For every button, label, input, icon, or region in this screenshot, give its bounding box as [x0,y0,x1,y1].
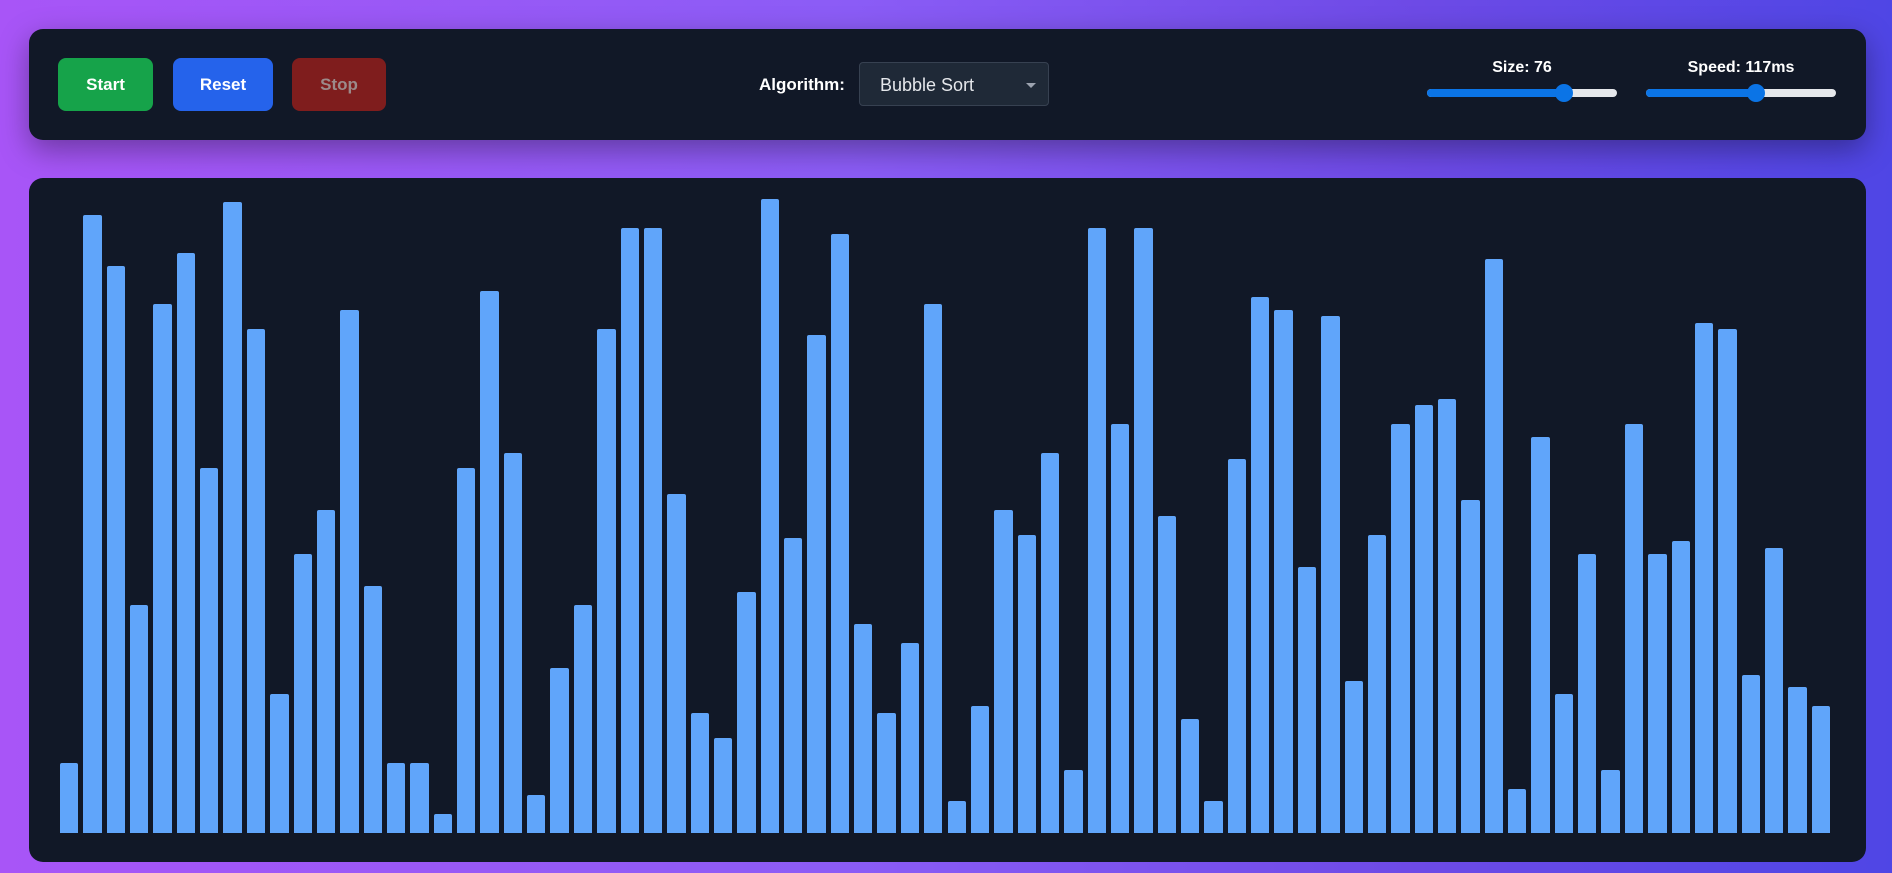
array-bar [1391,424,1410,833]
array-bar [1087,227,1106,833]
array-bar [1648,554,1667,833]
array-bar [1227,458,1247,833]
array-bar [1531,436,1550,833]
array-bar [854,623,873,833]
speed-label: Speed: 117ms [1687,59,1795,76]
array-bar [1764,547,1784,833]
array-bar [1134,227,1153,833]
array-bar [1811,706,1830,833]
size-slider-thumb[interactable] [1554,84,1573,102]
array-bar [713,737,733,833]
algorithm-select[interactable]: Bubble Sort [859,62,1049,106]
array-bar [830,233,850,833]
array-bar [573,604,593,833]
array-bar [1344,680,1363,833]
array-bar [246,328,266,833]
array-bar [784,538,803,833]
array-bar [457,468,476,833]
visualization-panel [29,178,1866,862]
array-bar [550,668,569,833]
speed-slider-fill [1646,89,1757,97]
array-bar [690,712,709,833]
array-bar [1624,424,1644,833]
start-button[interactable]: Start [58,58,153,111]
array-bar [760,199,779,833]
array-bar [1064,769,1083,833]
array-bar [527,794,546,833]
array-bar [947,801,966,833]
reset-button[interactable]: Reset [173,58,273,111]
array-bar [200,468,219,833]
array-bar [667,493,686,833]
array-bar [293,554,312,833]
array-bar [1040,452,1060,833]
size-slider[interactable] [1427,84,1617,102]
array-bar [270,693,289,833]
array-bar [1694,322,1714,833]
size-control: Size: 76 [1427,59,1617,102]
array-bars [60,199,1835,833]
array-bar [176,252,196,833]
array-bar [1157,516,1177,833]
array-bar [410,763,429,833]
array-bar [1741,674,1760,833]
algorithm-selected-value: Bubble Sort [880,75,975,95]
array-bar [1110,424,1130,833]
array-bar [994,509,1013,833]
array-bar [1414,405,1433,833]
array-bar [1181,718,1200,833]
array-bar [316,509,336,833]
array-bar [1204,801,1223,833]
array-bar [737,592,756,833]
chevron-down-icon [1026,83,1036,88]
algorithm-label: Algorithm: [759,75,845,94]
array-bar [480,290,499,833]
speed-slider[interactable] [1646,84,1836,102]
array-bar [433,813,453,833]
array-bar [1297,566,1317,833]
array-bar [223,202,242,833]
array-bar [1718,328,1737,833]
array-bar [106,265,126,833]
array-bar [503,452,523,833]
toolbar: Start Reset Stop Algorithm: Bubble Sort … [29,29,1866,140]
array-bar [386,763,406,833]
array-bar [807,335,826,833]
array-bar [1017,535,1036,833]
speed-slider-thumb[interactable] [1747,84,1766,102]
array-bar [877,712,896,833]
array-bar [1461,500,1480,833]
array-bar [924,303,943,833]
stop-button[interactable]: Stop [292,58,386,111]
array-bar [970,706,990,833]
speed-control: Speed: 117ms [1646,59,1836,102]
array-bar [1788,687,1807,833]
array-bar [597,328,616,833]
array-bar [643,227,663,833]
array-bar [60,763,79,833]
size-slider-fill [1427,89,1564,97]
array-bar [153,303,172,833]
array-bar [1321,316,1340,833]
size-label: Size: 76 [1492,59,1552,76]
array-bar [1367,535,1387,833]
array-bar [620,227,639,833]
array-bar [1274,309,1293,833]
array-bar [83,214,102,833]
array-bar [340,309,359,833]
array-bar [1251,297,1270,833]
array-bar [363,585,382,833]
array-bar [130,604,149,833]
array-bar [1601,769,1620,833]
array-bar [1437,398,1457,833]
array-bar [1671,541,1690,833]
array-bar [1554,693,1574,833]
array-bar [1578,554,1597,833]
array-bar [900,642,920,833]
array-bar [1508,788,1527,833]
array-bar [1484,259,1503,833]
